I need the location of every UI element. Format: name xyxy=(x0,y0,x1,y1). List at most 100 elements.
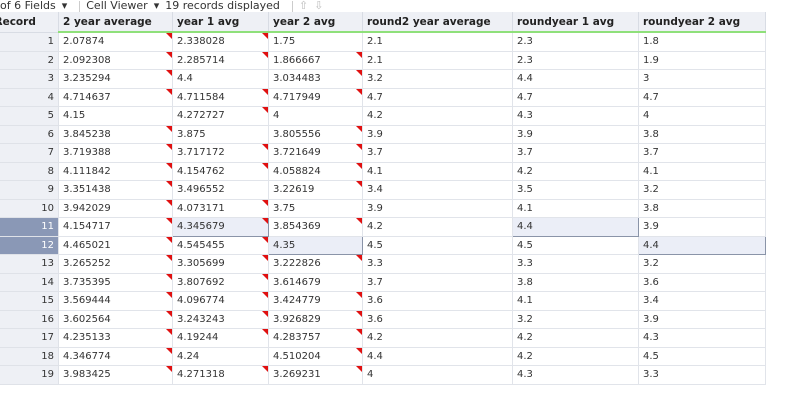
row-number[interactable]: 7 xyxy=(0,143,59,163)
column-header[interactable]: year 2 avg xyxy=(268,12,363,33)
table-cell[interactable]: 4.714637 xyxy=(58,87,173,107)
table-row[interactable]: 2 2.092308 2.285714 1.866667 2.1 2.3 1.9 xyxy=(0,50,766,70)
row-number[interactable]: 3 xyxy=(0,69,59,89)
table-cell[interactable]: 4.1 xyxy=(512,291,639,311)
table-cell[interactable]: 1.75 xyxy=(268,31,363,52)
table-cell[interactable]: 3.854369 xyxy=(268,217,363,237)
table-row[interactable]: 4 4.714637 4.711584 4.717949 4.7 4.7 4.7 xyxy=(0,87,766,107)
table-cell[interactable]: 3.735395 xyxy=(58,272,173,292)
row-number[interactable]: 8 xyxy=(0,161,59,181)
row-number[interactable]: 11 xyxy=(0,217,59,237)
table-cell[interactable]: 4.4 xyxy=(512,69,639,89)
table-row[interactable]: 10 3.942029 4.073171 3.75 3.9 4.1 3.8 xyxy=(0,198,766,218)
row-number[interactable]: 15 xyxy=(0,291,59,311)
table-cell[interactable]: 4.3 xyxy=(638,328,766,348)
table-cell[interactable]: 3.424779 xyxy=(268,291,363,311)
table-cell[interactable]: 4.4 xyxy=(362,346,513,366)
table-cell[interactable]: 4.717949 xyxy=(268,87,363,107)
table-cell[interactable]: 2.1 xyxy=(362,50,513,70)
table-cell[interactable]: 4.2 xyxy=(512,161,639,181)
table-cell[interactable]: 3.5 xyxy=(512,180,639,200)
table-cell[interactable]: 3.6 xyxy=(362,291,513,311)
table-cell[interactable]: 3.351438 xyxy=(58,180,173,200)
table-cell[interactable]: 3.807692 xyxy=(172,272,269,292)
table-row[interactable]: 6 3.845238 3.875 3.805556 3.9 3.9 3.8 xyxy=(0,124,766,144)
table-cell[interactable]: 3 xyxy=(638,69,766,89)
table-cell[interactable]: 2.07874 xyxy=(58,31,173,52)
table-cell[interactable]: 4.154762 xyxy=(172,161,269,181)
column-header[interactable]: roundyear 1 avg xyxy=(512,12,639,33)
table-cell[interactable]: 4.35 xyxy=(268,235,363,255)
arrow-down-icon[interactable]: ⇩ xyxy=(314,0,323,12)
table-cell[interactable]: 4.711584 xyxy=(172,87,269,107)
table-cell[interactable]: 2.092308 xyxy=(58,50,173,70)
table-cell[interactable]: 4 xyxy=(362,365,513,385)
table-cell[interactable]: 1.8 xyxy=(638,31,766,52)
table-cell[interactable]: 1.9 xyxy=(638,50,766,70)
table-cell[interactable]: 3.9 xyxy=(362,198,513,218)
table-cell[interactable]: 4.073171 xyxy=(172,198,269,218)
table-cell[interactable]: 3.222826 xyxy=(268,254,363,274)
table-cell[interactable]: 3.3 xyxy=(638,365,766,385)
table-row[interactable]: 8 4.111842 4.154762 4.058824 4.1 4.2 4.1 xyxy=(0,161,766,181)
table-cell[interactable]: 3.496552 xyxy=(172,180,269,200)
table-cell[interactable]: 2.285714 xyxy=(172,50,269,70)
table-cell[interactable]: 4.3 xyxy=(512,106,639,126)
table-row[interactable]: 15 3.569444 4.096774 3.424779 3.6 4.1 3.4 xyxy=(0,291,766,311)
column-header[interactable]: 2 year average xyxy=(58,12,173,33)
table-cell[interactable]: 4.1 xyxy=(362,161,513,181)
row-number[interactable]: 1 xyxy=(0,31,59,52)
table-row[interactable]: 19 3.983425 4.271318 3.269231 4 4.3 3.3 xyxy=(0,365,766,385)
table-cell[interactable]: 3.4 xyxy=(638,291,766,311)
table-cell[interactable]: 4.4 xyxy=(512,217,639,237)
column-header[interactable]: Record xyxy=(0,12,59,33)
table-row[interactable]: 16 3.602564 3.243243 3.926829 3.6 3.2 3.9 xyxy=(0,309,766,329)
table-row[interactable]: 9 3.351438 3.496552 3.22619 3.4 3.5 3.2 xyxy=(0,180,766,200)
table-cell[interactable]: 3.6 xyxy=(638,272,766,292)
table-row[interactable]: 3 3.235294 4.4 3.034483 3.2 4.4 3 xyxy=(0,69,766,89)
table-cell[interactable]: 3.614679 xyxy=(268,272,363,292)
row-number[interactable]: 12 xyxy=(0,235,59,255)
table-cell[interactable]: 4.271318 xyxy=(172,365,269,385)
table-cell[interactable]: 4.4 xyxy=(172,69,269,89)
table-cell[interactable]: 3.983425 xyxy=(58,365,173,385)
table-cell[interactable]: 3.805556 xyxy=(268,124,363,144)
row-number[interactable]: 9 xyxy=(0,180,59,200)
chevron-down-icon[interactable]: ▾ xyxy=(154,0,160,12)
table-cell[interactable]: 4.058824 xyxy=(268,161,363,181)
table-cell[interactable]: 4.2 xyxy=(362,106,513,126)
table-cell[interactable]: 3.305699 xyxy=(172,254,269,274)
table-cell[interactable]: 3.243243 xyxy=(172,309,269,329)
table-cell[interactable]: 3.926829 xyxy=(268,309,363,329)
table-row[interactable]: 18 4.346774 4.24 4.510204 4.4 4.2 4.5 xyxy=(0,346,766,366)
table-cell[interactable]: 3.7 xyxy=(362,143,513,163)
table-cell[interactable]: 4.510204 xyxy=(268,346,363,366)
table-cell[interactable]: 4.7 xyxy=(638,87,766,107)
table-cell[interactable]: 4.4 xyxy=(638,235,766,255)
table-row[interactable]: 12 4.465021 4.545455 4.35 4.5 4.5 4.4 xyxy=(0,235,766,255)
table-cell[interactable]: 3.602564 xyxy=(58,309,173,329)
table-cell[interactable]: 4.19244 xyxy=(172,328,269,348)
table-row[interactable]: 14 3.735395 3.807692 3.614679 3.7 3.8 3.6 xyxy=(0,272,766,292)
table-cell[interactable]: 4.154717 xyxy=(58,217,173,237)
row-number[interactable]: 19 xyxy=(0,365,59,385)
table-cell[interactable]: 4.283757 xyxy=(268,328,363,348)
table-cell[interactable]: 3.034483 xyxy=(268,69,363,89)
table-cell[interactable]: 4.345679 xyxy=(172,217,269,237)
table-cell[interactable]: 3.3 xyxy=(512,254,639,274)
table-cell[interactable]: 3.7 xyxy=(638,143,766,163)
table-row[interactable]: 11 4.154717 4.345679 3.854369 4.2 4.4 3.9 xyxy=(0,217,766,237)
row-number[interactable]: 13 xyxy=(0,254,59,274)
table-cell[interactable]: 3.9 xyxy=(638,217,766,237)
row-number[interactable]: 16 xyxy=(0,309,59,329)
table-cell[interactable]: 3.235294 xyxy=(58,69,173,89)
table-cell[interactable]: 4.15 xyxy=(58,106,173,126)
table-cell[interactable]: 4.7 xyxy=(362,87,513,107)
table-cell[interactable]: 2.338028 xyxy=(172,31,269,52)
table-cell[interactable]: 3.6 xyxy=(362,309,513,329)
table-cell[interactable]: 4.1 xyxy=(512,198,639,218)
table-cell[interactable]: 4.1 xyxy=(638,161,766,181)
table-row[interactable]: 7 3.719388 3.717172 3.721649 3.7 3.7 3.7 xyxy=(0,143,766,163)
table-cell[interactable]: 3.8 xyxy=(512,272,639,292)
table-cell[interactable]: 3.2 xyxy=(512,309,639,329)
